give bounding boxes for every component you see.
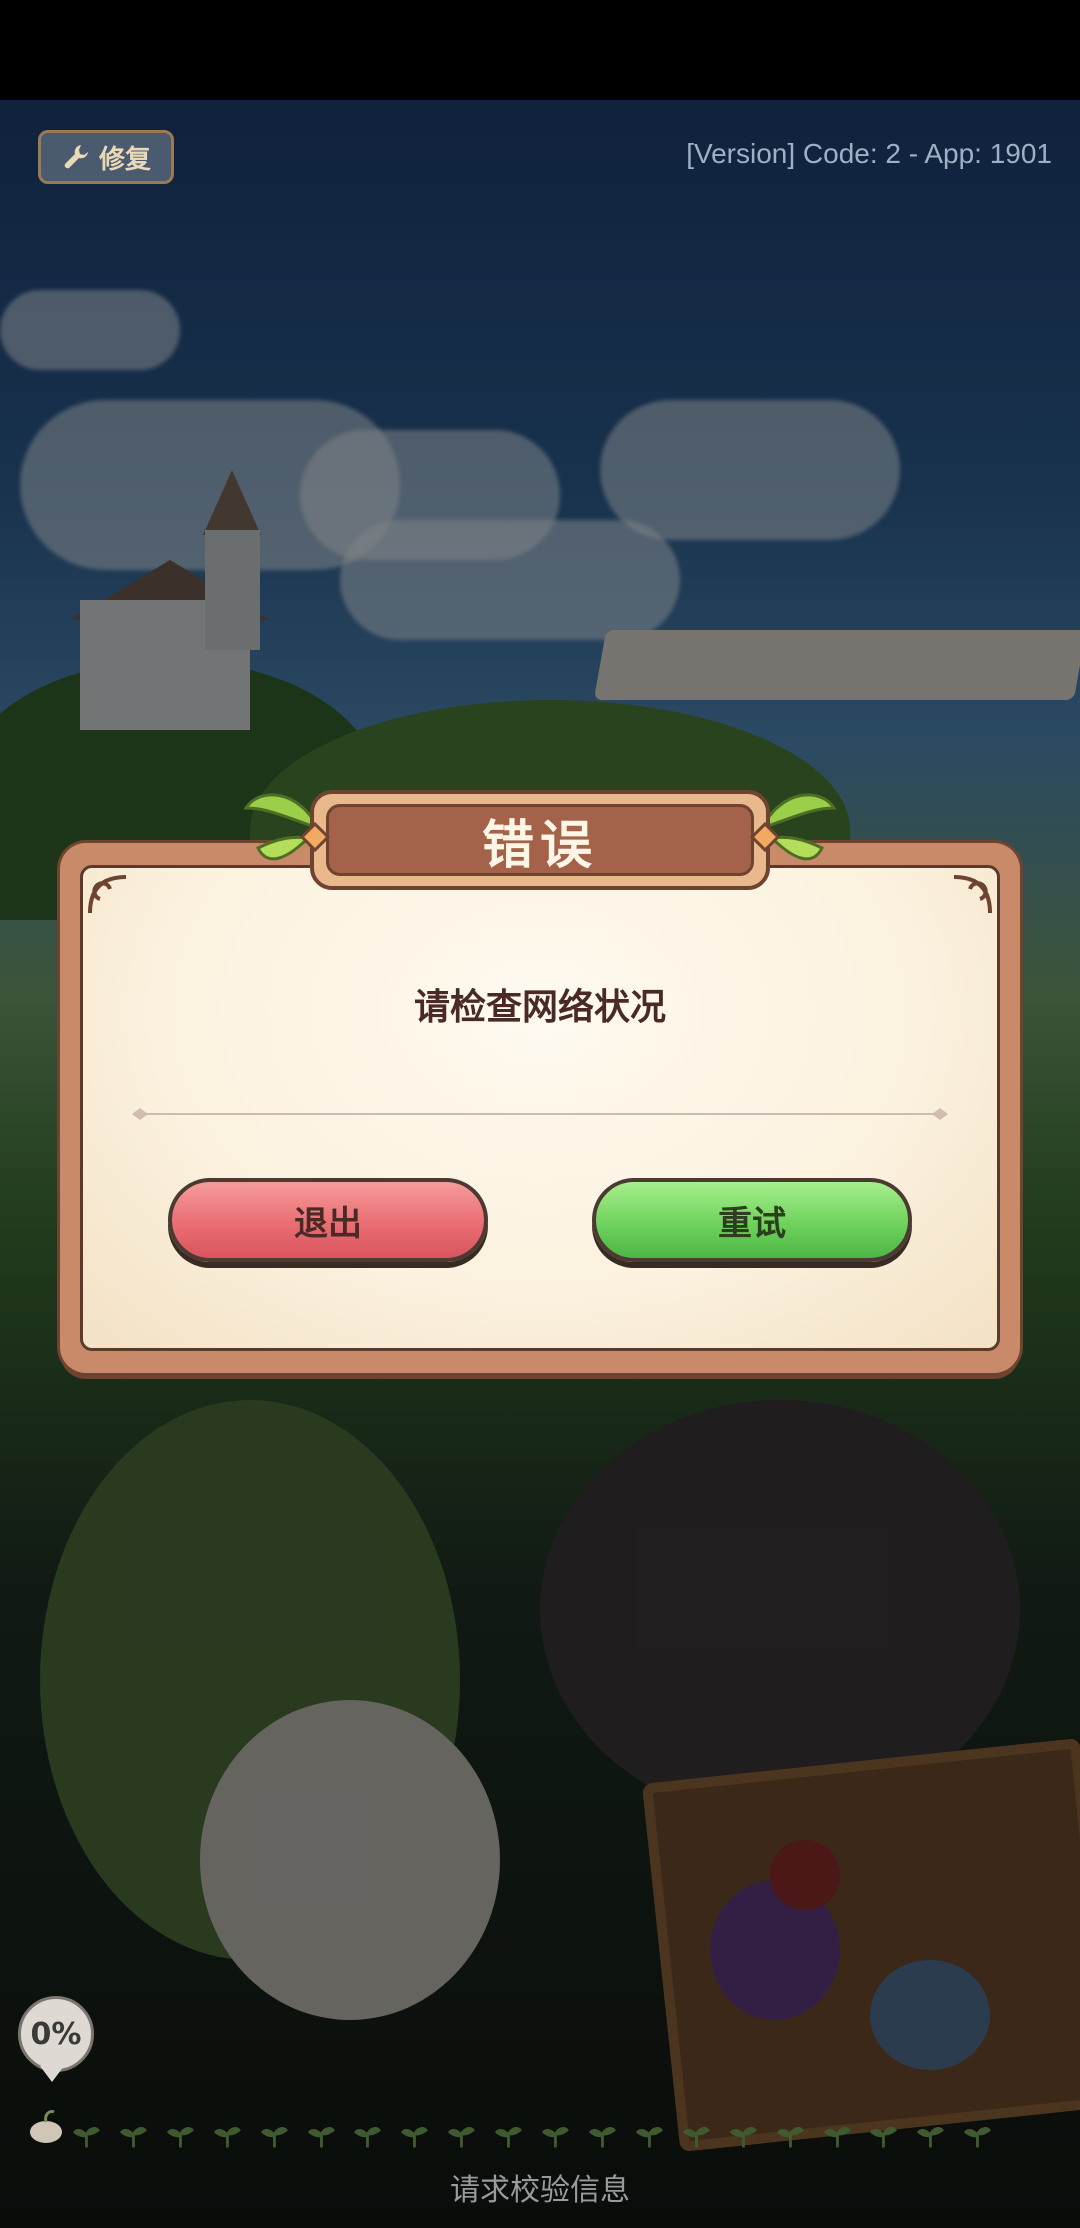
sprout-icon <box>166 2127 194 2148</box>
sprout-icon <box>260 2127 288 2148</box>
version-text: [Version] Code: 2 - App: 1901 <box>686 138 1052 169</box>
sprout-icon <box>448 2127 476 2148</box>
progress-badge: 0% <box>18 1996 94 2072</box>
diamond-icon <box>300 822 330 852</box>
sprout-icon <box>73 2127 100 2148</box>
sprout-icon <box>589 2127 616 2148</box>
sprout-icon <box>729 2127 757 2148</box>
diamond-icon <box>750 822 780 852</box>
error-message: 请检查网络状况 <box>413 987 666 1028</box>
progress-badge-pointer <box>40 2066 64 2082</box>
sprout-icon <box>635 2127 663 2148</box>
sprout-icon <box>870 2127 898 2148</box>
sprout-icon <box>495 2127 522 2148</box>
corner-ornament-icon <box>953 875 992 914</box>
sprout-icon <box>776 2127 804 2148</box>
sprout-icon <box>542 2127 569 2148</box>
retry-button-label: 重试 <box>718 1203 786 1244</box>
exit-button-label: 退出 <box>294 1203 362 1244</box>
repair-button-label: 修复 <box>98 144 151 175</box>
divider <box>132 1108 948 1120</box>
corner-ornament-icon <box>88 875 127 914</box>
sprout-icon <box>119 2127 147 2148</box>
sprout-icon <box>354 2127 382 2148</box>
retry-button[interactable]: 重试 <box>592 1178 912 1262</box>
dialog-title-plate: 错误 <box>310 790 770 890</box>
wrench-icon <box>64 145 88 169</box>
loading-status: 请求校验信息 <box>450 2173 630 2208</box>
repair-button[interactable]: 修复 <box>38 130 174 184</box>
progress-track <box>72 2120 992 2150</box>
sprout-icon <box>401 2127 429 2148</box>
sprout-icon <box>964 2127 992 2148</box>
seed-icon <box>30 2110 62 2143</box>
progress-percent: 0% <box>30 2016 82 2052</box>
exit-button[interactable]: 退出 <box>168 1178 488 1262</box>
sprout-icon <box>213 2127 241 2148</box>
sprout-icon <box>917 2127 945 2148</box>
dialog-title: 错误 <box>326 804 754 876</box>
sprout-icon <box>682 2127 710 2148</box>
sprout-icon <box>823 2127 851 2148</box>
status-bar <box>0 0 1080 100</box>
sprout-icon <box>307 2127 335 2148</box>
